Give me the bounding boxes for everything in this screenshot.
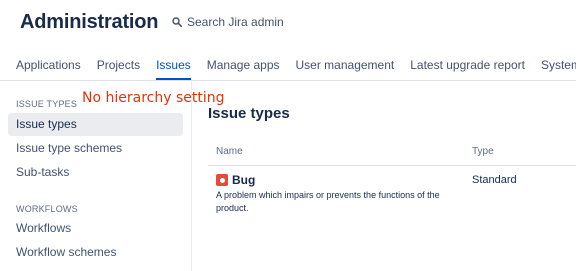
issue-type-name: Bug (232, 173, 256, 187)
search-jira-admin[interactable]: Search Jira admin (172, 15, 284, 29)
tab-issues[interactable]: Issues (156, 58, 191, 80)
sidebar-item-workflows[interactable]: Workflows (8, 217, 183, 240)
table-header-divider (208, 165, 576, 166)
tab-system[interactable]: System (541, 58, 576, 80)
tab-user-management[interactable]: User management (296, 58, 395, 80)
search-icon (172, 17, 182, 27)
sidebar-item-issue-types[interactable]: Issue types (8, 113, 183, 136)
sidebar-item-sub-tasks[interactable]: Sub-tasks (8, 161, 183, 184)
sidebar-section-workflows: WORKFLOWS (16, 204, 78, 214)
sidebar-item-workflow-schemes[interactable]: Workflow schemes (8, 241, 183, 264)
admin-tabs: Applications Projects Issues Manage apps… (16, 58, 576, 80)
sidebar-section-issue-types: ISSUE TYPES (16, 99, 78, 109)
issue-type-kind: Standard (472, 174, 517, 186)
bug-icon (216, 174, 228, 186)
sidebar: ISSUE TYPES Issue types Issue type schem… (0, 81, 192, 271)
column-header-type: Type (472, 146, 494, 157)
issue-type-description: A problem which impairs or prevents the … (216, 190, 440, 213)
main-title: Issue types (208, 105, 290, 122)
page-title: Administration (20, 11, 159, 33)
tab-manage-apps[interactable]: Manage apps (207, 58, 280, 80)
issue-type-link[interactable]: Bug (216, 173, 255, 187)
annotation-note: No hierarchy setting (82, 90, 225, 106)
column-header-name: Name (216, 146, 243, 157)
main-content: Issue types Name Type Bug A problem whic… (208, 81, 576, 271)
sidebar-item-issue-type-schemes[interactable]: Issue type schemes (8, 137, 183, 160)
search-label: Search Jira admin (187, 15, 284, 29)
admin-header: Administration Search Jira admin Applica… (0, 0, 576, 82)
tab-latest-upgrade-report[interactable]: Latest upgrade report (410, 58, 525, 80)
table-row: Bug A problem which impairs or prevents … (208, 171, 576, 219)
tab-projects[interactable]: Projects (97, 58, 140, 80)
tab-applications[interactable]: Applications (16, 58, 81, 80)
